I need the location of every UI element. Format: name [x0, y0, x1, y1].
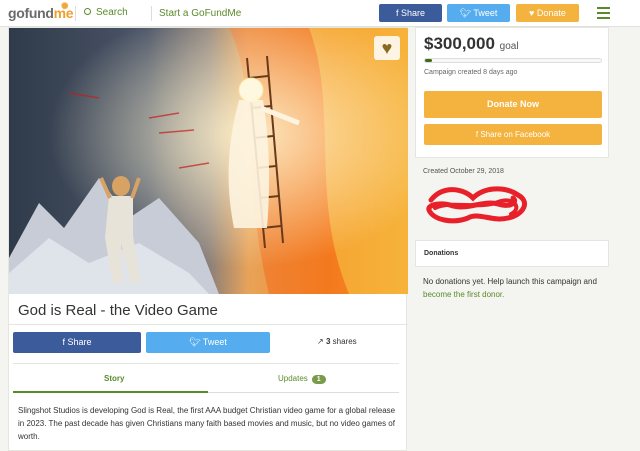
- twitter-icon: 🐦︎: [459, 8, 472, 18]
- campaign-hero-image: ♥: [9, 28, 408, 294]
- campaign-title: God is Real - the Video Game: [18, 302, 218, 319]
- header-share-button[interactable]: f Share: [379, 4, 442, 22]
- favorite-heart-icon[interactable]: ♥: [374, 36, 400, 60]
- heart-icon: ♥: [529, 8, 535, 18]
- campaign-created: Campaign created 8 days ago: [424, 69, 518, 76]
- progress-fill: [425, 59, 433, 62]
- search-icon: [84, 8, 91, 15]
- tab-updates[interactable]: Updates 1: [278, 374, 326, 384]
- header-donate-button[interactable]: ♥ Donate: [516, 4, 579, 22]
- share-facebook-label: Share on Facebook: [480, 130, 551, 139]
- tweet-label: Tweet: [202, 337, 227, 347]
- gofundme-logo[interactable]: gofundme ✺: [8, 1, 74, 21]
- start-gofundme-link[interactable]: Start a GoFundMe: [159, 8, 241, 19]
- donations-header: Donations: [424, 250, 459, 257]
- search-link[interactable]: Search: [84, 7, 128, 18]
- facebook-icon: f: [62, 337, 65, 347]
- divider: [13, 363, 399, 364]
- divider: [151, 6, 152, 21]
- tab-updates-label: Updates: [278, 374, 308, 383]
- header-tweet-label: Tweet: [473, 8, 498, 18]
- campaign-card: ♥ God is Real - the Video Game f Share 🐦…: [8, 27, 408, 451]
- facebook-icon: f: [475, 130, 479, 139]
- shares-label: shares: [332, 337, 357, 346]
- donation-panel: $300,000 goal Campaign created 8 days ag…: [415, 27, 609, 158]
- tweet-button[interactable]: 🐦︎ Tweet: [146, 332, 270, 353]
- top-nav: gofundme ✺ Search Start a GoFundMe f Sha…: [0, 0, 640, 27]
- divider: [75, 6, 76, 21]
- redacted-scribble: [426, 186, 527, 224]
- no-donations-text: No donations yet. Help launch this campa…: [423, 277, 597, 286]
- share-on-facebook-button[interactable]: f Share on Facebook: [424, 124, 602, 145]
- header-tweet-button[interactable]: 🐦︎ Tweet: [447, 4, 510, 22]
- goal-amount: $300,000 goal: [424, 34, 519, 54]
- first-donor-link[interactable]: become the first donor.: [423, 290, 504, 299]
- twitter-icon: 🐦︎: [189, 337, 201, 347]
- story-text: Slingshot Studios is developing God is R…: [18, 406, 396, 441]
- header-share-label: Share: [401, 8, 426, 18]
- logo-text: gofund: [8, 5, 54, 21]
- trending-icon: ↗: [317, 337, 324, 346]
- shares-count: ↗ 3 shares: [317, 337, 357, 346]
- tab-active-indicator: [13, 391, 208, 393]
- created-date: Created October 29, 2018: [423, 168, 504, 175]
- sun-icon: ✺: [61, 1, 69, 11]
- tab-story[interactable]: Story: [104, 374, 124, 383]
- progress-bar: [424, 58, 602, 63]
- goal-label: goal: [499, 41, 519, 52]
- share-label: Share: [67, 337, 92, 347]
- goal-value: $300,000: [424, 34, 495, 53]
- donate-now-button[interactable]: Donate Now: [424, 91, 602, 118]
- header-donate-label: Donate: [536, 8, 566, 18]
- no-donations-message: No donations yet. Help launch this campa…: [423, 275, 603, 301]
- share-facebook-button[interactable]: f Share: [13, 332, 141, 353]
- donations-header-panel: Donations: [415, 240, 609, 267]
- facebook-icon: f: [395, 8, 399, 18]
- divider: [9, 324, 408, 325]
- shares-number: 3: [325, 337, 331, 346]
- updates-count-badge: 1: [311, 375, 326, 384]
- search-label: Search: [96, 7, 128, 18]
- menu-icon[interactable]: [597, 7, 610, 19]
